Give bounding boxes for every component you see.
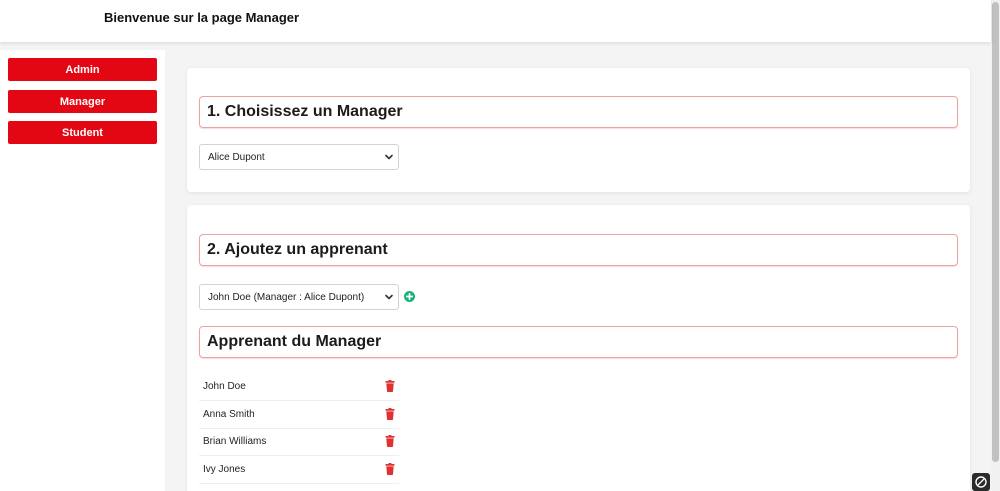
feather-glyph-icon <box>975 476 987 488</box>
list-item: John Doe <box>199 373 399 401</box>
trash-icon[interactable] <box>385 408 395 420</box>
manager-select[interactable]: Alice Dupont <box>199 144 399 170</box>
vertical-scrollbar[interactable] <box>991 0 1000 491</box>
sidebar-item-manager[interactable]: Manager <box>8 90 157 113</box>
list-item: Brian Williams <box>199 428 399 456</box>
learner-name: Anna Smith <box>203 409 255 420</box>
section-title-add-learner: 2. Ajoutez un apprenant <box>199 234 958 266</box>
list-item: Anna Smith <box>199 401 399 429</box>
learner-name: Brian Williams <box>203 436 267 447</box>
trash-icon[interactable] <box>385 435 395 447</box>
section-title-choose-manager: 1. Choisissez un Manager <box>199 96 958 128</box>
learner-select[interactable]: John Doe (Manager : Alice Dupont) <box>199 284 399 310</box>
trash-icon[interactable] <box>385 380 395 392</box>
choose-manager-card: 1. Choisissez un Manager Alice Dupont <box>187 68 970 192</box>
scrollbar-thumb[interactable] <box>992 2 999 462</box>
manager-select-value: Alice Dupont <box>208 151 265 163</box>
section-title-learner-list: Apprenant du Manager <box>199 326 958 358</box>
chevron-down-icon <box>385 154 393 160</box>
learner-name: Ivy Jones <box>203 464 246 475</box>
learner-select-value: John Doe (Manager : Alice Dupont) <box>208 291 365 303</box>
chevron-down-icon <box>385 294 393 300</box>
trash-icon[interactable] <box>385 463 395 475</box>
feather-icon[interactable] <box>972 473 990 491</box>
learner-name: John Doe <box>203 381 246 392</box>
top-bar: Bienvenue sur la page Manager <box>0 0 991 42</box>
sidebar-item-admin[interactable]: Admin <box>8 58 157 81</box>
page-title: Bienvenue sur la page Manager <box>104 10 300 25</box>
add-learner-card: 2. Ajoutez un apprenant John Doe (Manage… <box>187 205 970 491</box>
sidebar: Admin Manager Student <box>0 50 165 491</box>
sidebar-item-student[interactable]: Student <box>8 121 157 144</box>
plus-circle-icon[interactable] <box>404 291 415 302</box>
list-item: Ivy Jones <box>199 456 399 484</box>
